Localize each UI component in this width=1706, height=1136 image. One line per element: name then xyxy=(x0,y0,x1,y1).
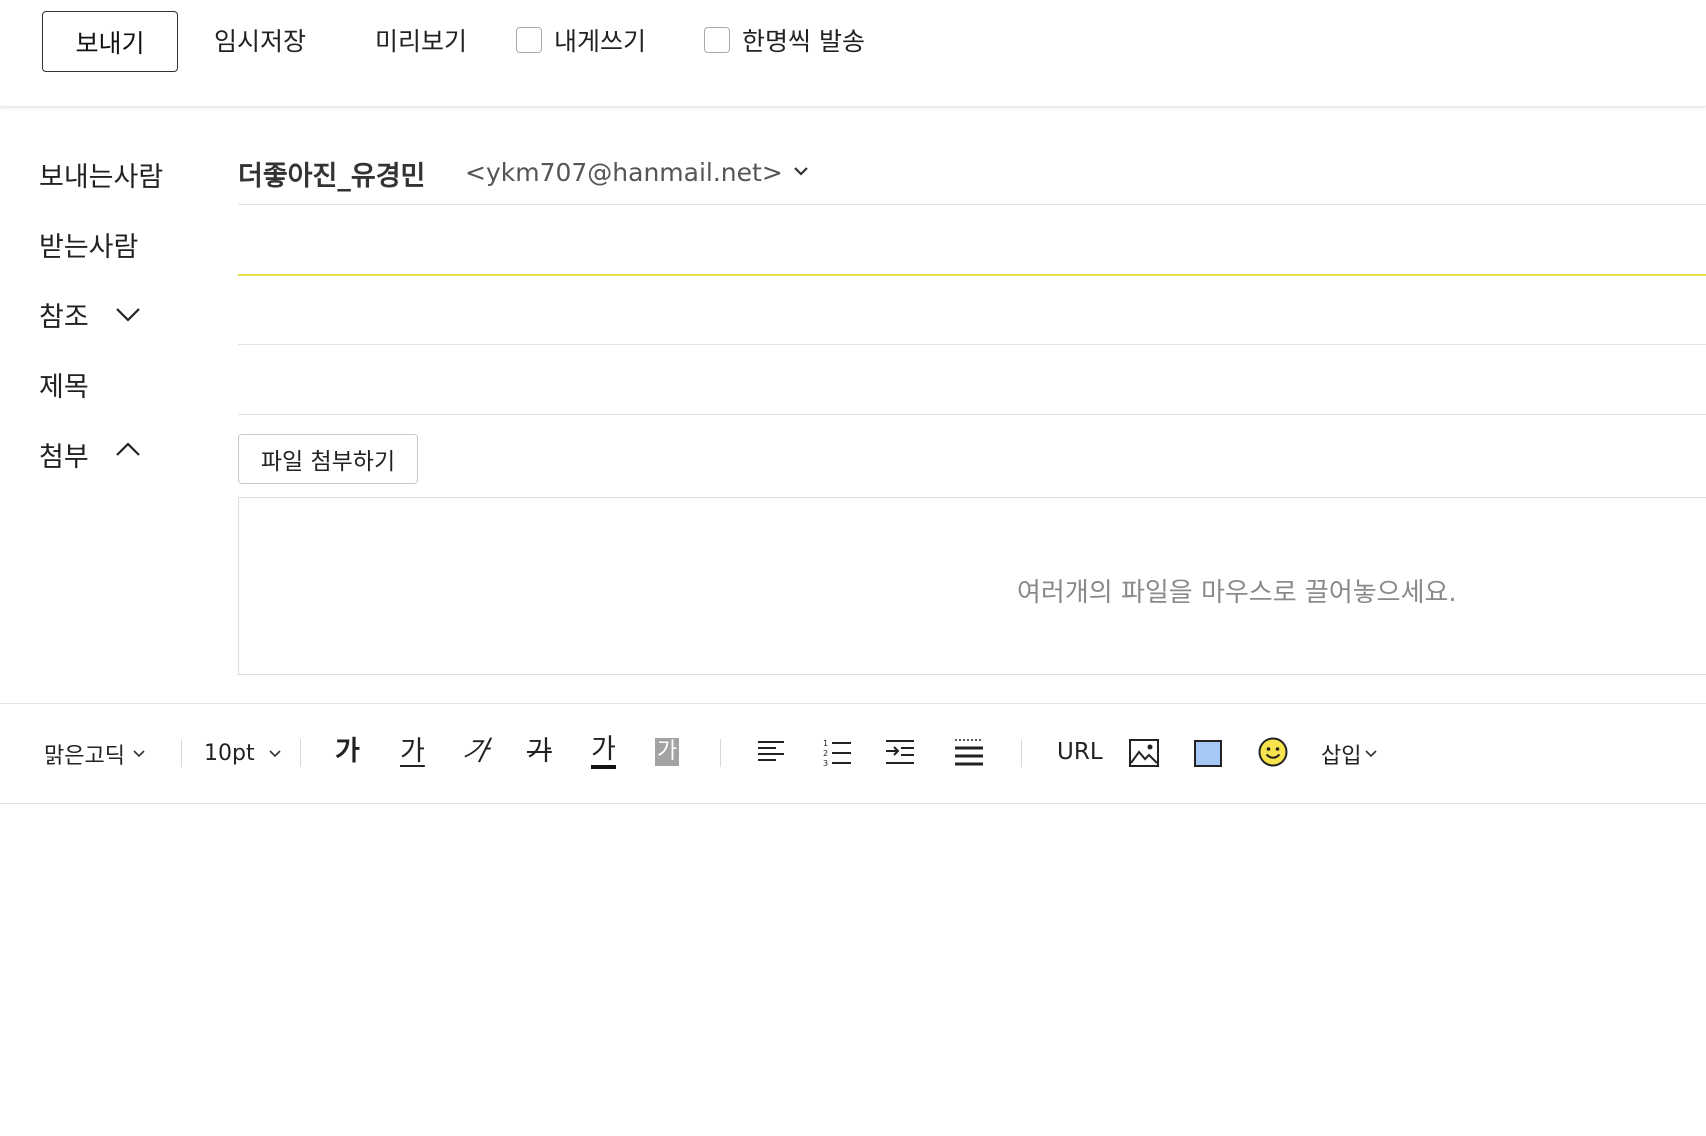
strikethrough-button[interactable]: 가 xyxy=(527,735,552,769)
font-size-select[interactable]: 10pt xyxy=(204,741,283,766)
italic-button[interactable]: 가 xyxy=(459,735,492,769)
svg-text:1: 1 xyxy=(823,739,828,748)
image-icon[interactable] xyxy=(1128,738,1160,768)
table-icon[interactable] xyxy=(1193,738,1223,768)
toolbar-separator xyxy=(181,739,182,767)
font-size-value: 10pt xyxy=(204,741,255,766)
url-button[interactable]: URL xyxy=(1057,735,1103,769)
checkbox-box[interactable] xyxy=(516,27,542,53)
insert-label: 삽입 xyxy=(1321,744,1362,769)
svg-text:2: 2 xyxy=(823,749,828,758)
toolbar-separator xyxy=(720,739,721,767)
cc-input[interactable] xyxy=(238,280,1706,344)
numbered-list-icon[interactable]: 123 xyxy=(822,738,852,768)
file-dropzone[interactable]: 여러개의 파일을 마우스로 끌어놓으세요. xyxy=(238,497,1706,675)
chevron-down-icon xyxy=(269,749,281,757)
from-label: 보내는사람 xyxy=(39,162,164,193)
self-mail-label: 내게쓰기 xyxy=(554,27,647,56)
chevron-down-icon[interactable] xyxy=(790,160,812,182)
font-family-value: 맑은고딕 xyxy=(44,744,125,769)
send-button[interactable]: 보내기 xyxy=(42,11,178,72)
toolbar-separator xyxy=(1021,739,1022,767)
dropzone-hint: 여러개의 파일을 마우스로 끌어놓으세요. xyxy=(1017,578,1457,608)
font-family-select[interactable]: 맑은고딕 xyxy=(44,738,147,770)
divider xyxy=(238,414,1706,415)
save-draft-button[interactable]: 임시저장 xyxy=(214,22,306,58)
chevron-down-icon xyxy=(133,750,145,758)
background-color-button[interactable]: 가 xyxy=(655,738,680,766)
insert-menu[interactable]: 삽입 xyxy=(1321,738,1379,770)
bold-button[interactable]: 가 xyxy=(335,735,360,769)
subject-input[interactable] xyxy=(238,350,1706,414)
individual-send-checkbox[interactable]: 한명씩 발송 xyxy=(704,22,865,58)
compose-toolbar: 보내기 임시저장 미리보기 내게쓰기 한명씩 발송 xyxy=(0,0,1706,107)
editor-body[interactable] xyxy=(0,804,1706,1136)
attach-label: 첨부 xyxy=(39,442,89,473)
toolbar-separator xyxy=(300,739,301,767)
chevron-up-icon[interactable] xyxy=(114,436,142,464)
individual-send-label: 한명씩 발송 xyxy=(742,27,865,56)
cc-label: 참조 xyxy=(39,302,89,333)
preview-button[interactable]: 미리보기 xyxy=(375,22,467,58)
checkbox-box[interactable] xyxy=(704,27,730,53)
align-left-icon[interactable] xyxy=(756,738,786,766)
to-label: 받는사람 xyxy=(39,232,139,263)
emoji-icon[interactable] xyxy=(1257,736,1289,768)
attach-file-button[interactable]: 파일 첨부하기 xyxy=(238,434,418,484)
line-spacing-icon[interactable] xyxy=(953,737,985,769)
svg-text:3: 3 xyxy=(823,759,828,768)
self-mail-checkbox[interactable]: 내게쓰기 xyxy=(516,22,646,58)
font-color-button[interactable]: 가 xyxy=(591,735,616,769)
to-input-underline xyxy=(238,274,1706,276)
divider xyxy=(238,344,1706,345)
sender-name: 더좋아진_유경민 xyxy=(238,161,426,192)
divider xyxy=(0,703,1706,704)
to-input[interactable] xyxy=(238,208,1706,272)
sender-email: <ykm707@hanmail.net> xyxy=(465,158,783,187)
indent-icon[interactable] xyxy=(884,738,916,768)
subject-label: 제목 xyxy=(39,372,89,403)
chevron-down-icon[interactable] xyxy=(114,300,142,328)
underline-button[interactable]: 가 xyxy=(400,735,425,769)
chevron-down-icon xyxy=(1365,750,1378,758)
divider xyxy=(238,204,1706,205)
